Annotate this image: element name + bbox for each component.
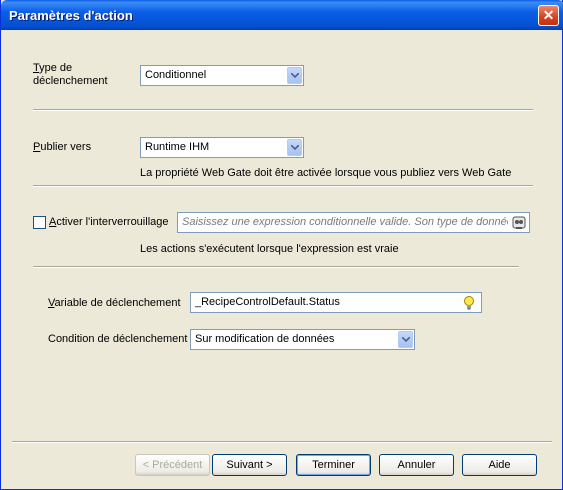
finish-button[interactable]: Terminer bbox=[296, 454, 371, 476]
expression-builder-icon[interactable] bbox=[511, 215, 527, 231]
close-icon: ✕ bbox=[542, 7, 555, 23]
publish-to-note: La propriété Web Gate doit être activée … bbox=[140, 167, 512, 179]
trigger-condition-label: Condition de déclenchement bbox=[48, 333, 188, 345]
trigger-variable-label: Variable de déclenchement bbox=[48, 297, 181, 309]
lightbulb-icon[interactable] bbox=[461, 295, 477, 311]
interlock-label: Activer l'interverrouillage bbox=[49, 216, 169, 228]
separator bbox=[33, 266, 519, 268]
next-button[interactable]: Suivant > bbox=[212, 454, 287, 476]
chevron-down-icon[interactable] bbox=[398, 331, 413, 348]
footer-separator bbox=[12, 441, 552, 443]
help-button[interactable]: Aide bbox=[462, 454, 537, 476]
dialog-window: Paramètres d'action ✕ Type de déclenchem… bbox=[0, 0, 563, 490]
trigger-condition-value: Sur modification de données bbox=[195, 333, 335, 345]
publish-to-select[interactable]: Runtime IHM bbox=[140, 137, 304, 158]
trigger-condition-select[interactable]: Sur modification de données bbox=[190, 329, 415, 350]
interlock-expression-input[interactable]: Saisissez une expression conditionnelle … bbox=[177, 212, 530, 233]
publish-to-value: Runtime IHM bbox=[145, 141, 210, 153]
trigger-type-label: Type de déclenchement bbox=[33, 62, 108, 87]
separator bbox=[33, 185, 533, 187]
previous-button[interactable]: < Précédent bbox=[135, 454, 210, 476]
trigger-variable-value: _RecipeControlDefault.Status bbox=[195, 296, 340, 308]
interlock-note: Les actions s'exécutent lorsque l'expres… bbox=[140, 243, 399, 255]
interlock-expression-placeholder: Saisissez une expression conditionnelle … bbox=[182, 216, 508, 228]
separator bbox=[33, 109, 533, 111]
title-bar[interactable]: Paramètres d'action ✕ bbox=[1, 0, 563, 30]
chevron-down-icon[interactable] bbox=[287, 67, 302, 84]
trigger-variable-input[interactable]: _RecipeControlDefault.Status bbox=[190, 292, 482, 313]
publish-to-label: Publier vers bbox=[33, 141, 92, 153]
cancel-button[interactable]: Annuler bbox=[379, 454, 454, 476]
trigger-type-select[interactable]: Conditionnel bbox=[140, 65, 304, 86]
close-button[interactable]: ✕ bbox=[538, 5, 559, 26]
window-title: Paramètres d'action bbox=[9, 8, 133, 23]
interlock-checkbox[interactable] bbox=[33, 216, 46, 229]
trigger-type-value: Conditionnel bbox=[145, 69, 207, 81]
chevron-down-icon[interactable] bbox=[287, 139, 302, 156]
